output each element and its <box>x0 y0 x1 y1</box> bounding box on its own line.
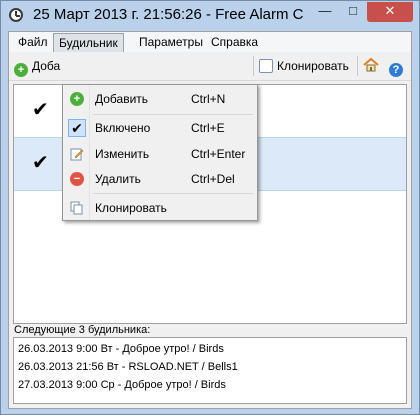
menu-file[interactable]: Файл <box>13 33 53 51</box>
menu-item-label: Добавить <box>95 92 149 106</box>
menu-item-label: Клонировать <box>95 201 167 215</box>
toolbar-separator <box>357 56 358 76</box>
clone-icon <box>70 201 83 215</box>
next-alarm-entry: 26.03.2013 9:00 Вт - Доброе утро! / Bird… <box>18 343 224 355</box>
clone-button-label: Клонировать <box>277 59 349 73</box>
menu-separator <box>93 193 253 194</box>
toolbar-separator <box>253 56 254 76</box>
next-alarms-list: 26.03.2013 9:00 Вт - Доброе утро! / Bird… <box>13 337 407 404</box>
menu-separator <box>93 114 253 115</box>
alarm-enabled-checkbox[interactable]: ✔ <box>32 153 50 173</box>
alarm-enabled-checkbox[interactable]: ✔ <box>32 100 50 120</box>
clone-icon <box>259 59 273 73</box>
home-icon <box>363 57 379 72</box>
next-alarm-entry: 27.03.2013 9:00 Ср - Доброе утро! / Bird… <box>18 379 226 391</box>
close-button[interactable]: ✕ <box>367 2 413 22</box>
add-icon: + <box>14 63 28 77</box>
menu-bar: Файл Будильник Параметры Справка <box>9 32 411 53</box>
client-area: Файл Будильник Параметры Справка + Доба К… <box>8 31 412 409</box>
app-window: 25 Март 2013 г. 21:56:26 - Free Alarm Cl… <box>0 0 420 415</box>
help-icon: ? <box>389 63 403 77</box>
next-alarms-label: Следующие 3 будильника: <box>14 324 151 336</box>
toolbar: + Доба Клонировать ? <box>9 52 411 81</box>
alarm-clock-icon[interactable] <box>9 8 23 22</box>
menu-parameters[interactable]: Параметры <box>134 33 208 51</box>
menu-item-label: Изменить <box>95 147 150 161</box>
edit-icon <box>70 148 84 161</box>
minimize-button[interactable]: — <box>311 2 339 22</box>
menu-item-shortcut: Ctrl+Del <box>191 172 235 186</box>
menu-item-edit[interactable]: Изменить Ctrl+Enter <box>65 143 255 165</box>
menu-item-shortcut: Ctrl+N <box>191 92 226 106</box>
delete-icon: − <box>70 172 84 186</box>
title-bar[interactable]: 25 Март 2013 г. 21:56:26 - Free Alarm Cl… <box>1 1 419 31</box>
help-button[interactable]: ? <box>389 57 407 77</box>
menu-item-enabled[interactable]: ✔ Включено Ctrl+E <box>65 117 255 139</box>
alarm-dropdown-menu: + Добавить Ctrl+N ✔ Включено Ctrl+E Изме… <box>62 84 258 221</box>
menu-item-shortcut: Ctrl+E <box>191 121 225 135</box>
menu-item-label: Удалить <box>95 172 141 186</box>
add-button[interactable]: + Доба <box>14 57 61 77</box>
home-button[interactable] <box>363 57 383 75</box>
menu-item-shortcut: Ctrl+Enter <box>191 147 246 161</box>
clone-button[interactable]: Клонировать <box>259 57 349 75</box>
checkmark-icon: ✔ <box>68 119 86 137</box>
menu-item-clone[interactable]: Клонировать <box>65 197 255 219</box>
menu-item-label: Включено <box>95 121 151 135</box>
window-title: 25 Март 2013 г. 21:56:26 - Free Alarm Cl… <box>33 6 303 23</box>
menu-item-add[interactable]: + Добавить Ctrl+N <box>65 88 255 110</box>
menu-item-delete[interactable]: − Удалить Ctrl+Del <box>65 168 255 190</box>
add-icon: + <box>70 92 84 106</box>
maximize-button[interactable]: □ <box>339 2 367 22</box>
menu-alarm[interactable]: Будильник <box>53 33 124 53</box>
menu-help[interactable]: Справка <box>206 33 263 51</box>
next-alarm-entry: 26.03.2013 21:56 Вт - RSLOAD.NET / Bells… <box>18 361 238 373</box>
add-button-label: Доба <box>32 59 61 73</box>
